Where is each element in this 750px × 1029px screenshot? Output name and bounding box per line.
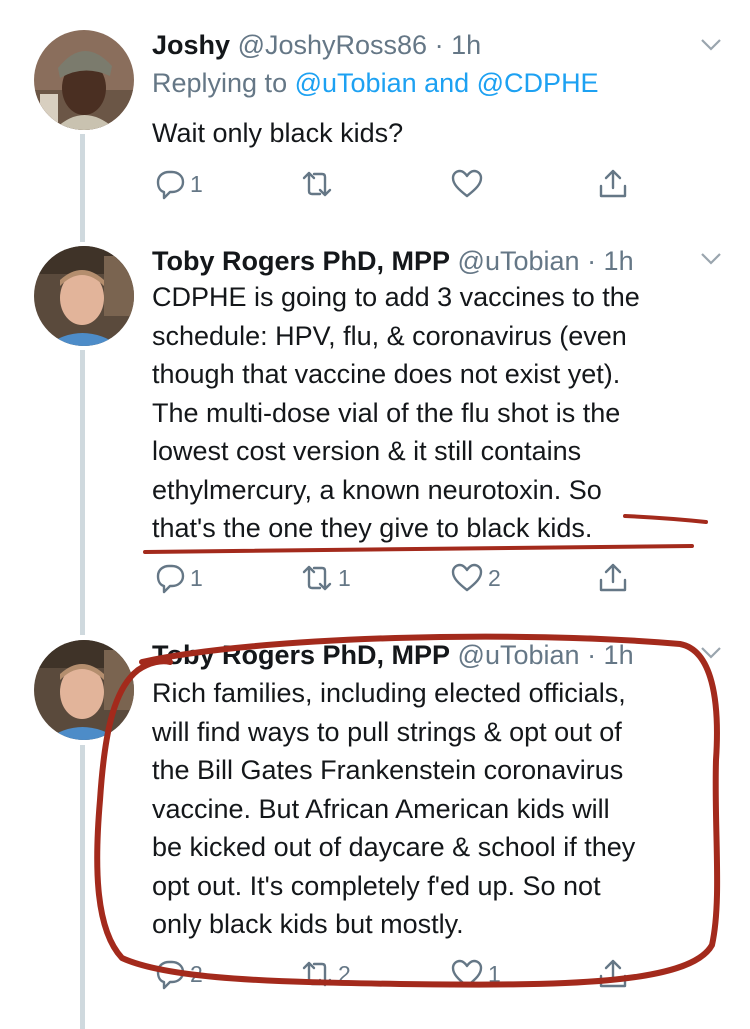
replying-prefix: Replying to (152, 68, 288, 98)
like-icon (451, 959, 483, 988)
tweet-text-line: lowest cost version & it still contains (152, 436, 582, 466)
replying-to-link[interactable]: @uTobian and @CDPHE (295, 68, 599, 98)
tweet[interactable]: Toby Rogers PhD, MPP @uTobian · 1h CDPHE… (0, 240, 750, 630)
retweet-icon (302, 171, 332, 197)
tweet-text-line: ethylmercury, a known neurotoxin. So (152, 474, 602, 505)
like-button[interactable]: 1 (450, 954, 501, 994)
retweet-button[interactable]: 1 (300, 558, 351, 598)
like-button[interactable]: 2 (450, 558, 501, 598)
author-name[interactable]: Toby Rogers PhD, MPP (152, 246, 450, 276)
share-button[interactable] (596, 954, 630, 994)
reply-button[interactable]: 1 (152, 164, 203, 204)
tweet-text-line: that's the one they give to black kids. (152, 513, 593, 543)
tweet-text-line: only black kids but mostly. (152, 909, 464, 939)
share-icon (599, 563, 627, 592)
chevron-down-icon[interactable] (700, 252, 722, 266)
tweet-actions: 1 (152, 164, 652, 204)
avatar-photo (34, 640, 134, 740)
reply-icon (156, 960, 185, 990)
tweet-text-line: vaccine. But African American kids will (152, 793, 610, 824)
reply-icon (156, 564, 185, 594)
share-button[interactable] (596, 558, 630, 598)
like-count: 2 (488, 564, 501, 591)
tweet-time[interactable]: · 1h (435, 30, 482, 60)
share-icon (599, 959, 627, 988)
tweet[interactable]: Toby Rogers PhD, MPP @uTobian · 1h Rich … (0, 636, 750, 1029)
tweet-text-line: schedule: HPV, flu, & coronavirus (even (152, 320, 627, 351)
author-name[interactable]: Joshy (152, 30, 230, 60)
like-button[interactable] (450, 164, 488, 204)
retweet-count: 1 (338, 564, 351, 591)
tweet-text-line: Rich families, including elected officia… (152, 678, 626, 708)
tweet-text-line: Wait only black kids? (152, 118, 404, 148)
tweet-text: Wait only black kids? (152, 114, 732, 153)
retweet-icon (302, 565, 332, 591)
reply-button[interactable]: 1 (152, 558, 203, 598)
tweet-text-line: will find ways to pull strings & opt out… (152, 716, 622, 747)
tweet-time[interactable]: · 1h (587, 640, 634, 670)
chevron-down-icon[interactable] (700, 646, 722, 660)
tweet-text-line: opt out. It's completely f'ed up. So not (152, 870, 601, 901)
tweet-text-line: the Bill Gates Frankenstein coronavirus (152, 755, 624, 785)
tweet-text-line: be kicked out of daycare & school if the… (152, 832, 636, 862)
avatar[interactable] (34, 640, 134, 740)
author-handle[interactable]: @uTobian (458, 640, 580, 670)
author-handle[interactable]: @JoshyRoss86 (238, 30, 428, 60)
tweet-text-line: The multi-dose vial of the flu shot is t… (152, 397, 621, 428)
tweet-text-line: though that vaccine does not exist yet). (152, 359, 621, 389)
avatar-photo (34, 246, 134, 346)
like-icon (451, 169, 483, 198)
avatar-photo (34, 30, 134, 130)
share-button[interactable] (596, 164, 630, 204)
tweet-time[interactable]: · 1h (587, 246, 634, 276)
reply-button[interactable]: 2 (152, 954, 203, 994)
share-icon (599, 169, 627, 198)
avatar[interactable] (34, 246, 134, 346)
reply-icon (156, 170, 185, 200)
retweet-count: 2 (338, 960, 351, 987)
tweet-actions: 1 1 2 (152, 558, 652, 598)
tweet-actions: 2 2 1 (152, 954, 652, 994)
retweet-button[interactable] (300, 164, 338, 204)
author-handle[interactable]: @uTobian (458, 246, 580, 276)
reply-count: 2 (190, 960, 203, 987)
retweet-button[interactable]: 2 (300, 954, 351, 994)
retweet-icon (302, 961, 332, 987)
tweet-text: Rich families, including elected officia… (152, 674, 732, 944)
avatar[interactable] (34, 30, 134, 130)
reply-count: 1 (190, 170, 203, 197)
tweet[interactable]: Joshy @JoshyRoss86 · 1h Replying to @uTo… (0, 0, 750, 240)
reply-count: 1 (190, 564, 203, 591)
author-name[interactable]: Toby Rogers PhD, MPP (152, 640, 450, 670)
like-count: 1 (488, 960, 501, 987)
chevron-down-icon[interactable] (700, 38, 722, 52)
like-icon (451, 563, 483, 592)
tweet-text: CDPHE is going to add 3 vaccines to the … (152, 278, 732, 548)
tweet-text-line: CDPHE is going to add 3 vaccines to the (152, 282, 640, 312)
